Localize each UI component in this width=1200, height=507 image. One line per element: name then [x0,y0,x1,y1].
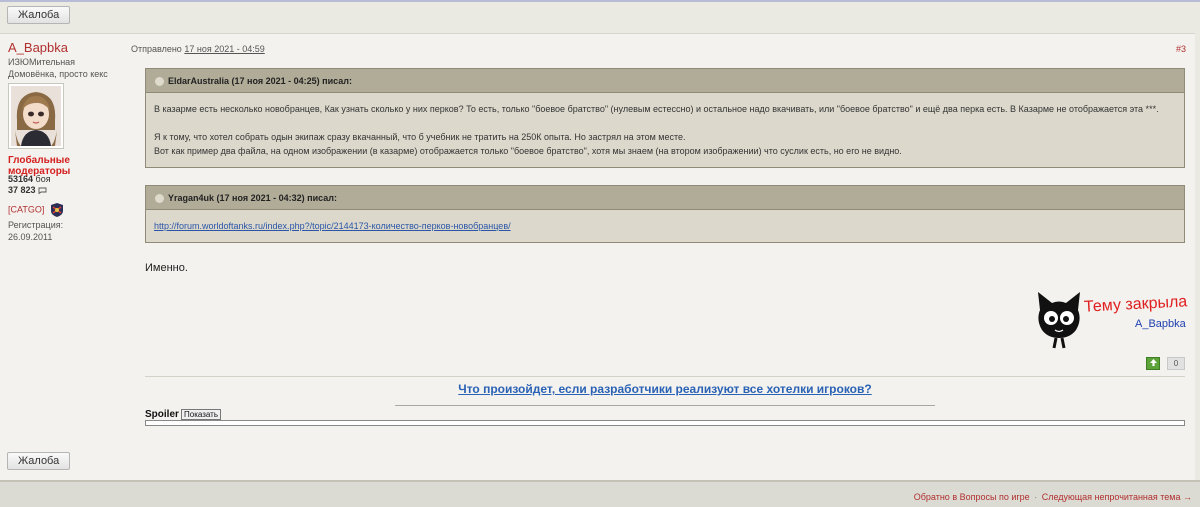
posted-label: Отправлено [131,44,182,54]
battles-label: боя [35,174,51,184]
signature-image: Тему закрыла A_Bapbka [1034,290,1188,352]
quote-paragraph: Я к тому, что хотел собрать одын экипаж … [154,132,686,142]
post-date-line: Отправлено 17 ноя 2021 - 04:59 [131,44,265,54]
quote-header: EldarAustralia (17 ноя 2021 - 04:25) пис… [146,69,1184,93]
signature-name: A_Bapbka [1135,318,1186,330]
author-title: ИЗЮМительная Домовёнка, просто кекс [8,57,108,79]
forum-post: A_Bapbka ИЗЮМительная Домовёнка, просто … [0,33,1195,480]
quote-block: Yragan4uk (17 ноя 2021 - 04:32) писал: h… [145,185,1185,243]
avatar[interactable] [8,83,64,149]
signature-rule [395,405,935,406]
quote-body: http://forum.worldoftanks.ru/index.php?/… [146,210,1184,242]
signature-topic-link[interactable]: Что произойдет, если разработчики реализ… [145,382,1185,396]
quote-icon [155,77,164,87]
report-button-top[interactable]: Жалоба [7,6,71,24]
arrow-up-icon [1149,359,1157,366]
footer-separator: · [1034,492,1038,502]
spoiler-box [145,420,1185,426]
quote-paragraph: Вот как пример два файла, на одном изобр… [154,146,902,156]
clan-tag-link[interactable]: [CATGO] [8,204,44,214]
signature-divider [145,376,1185,377]
footer-links: Обратно в Вопросы по игре · Следующая не… [914,492,1192,502]
report-button-bottom[interactable]: Жалоба [7,452,71,470]
posts-count: 37 823 [8,185,36,195]
next-unread-topic-link[interactable]: Следующая непрочитанная тема → [1042,492,1192,502]
spoiler-label: Spoiler [145,409,179,420]
quoted-topic-link[interactable]: http://forum.worldoftanks.ru/index.php?/… [154,221,511,231]
quote-body: В казарме есть несколько новобранцев, Ка… [146,93,1184,167]
post-text: Именно. [145,262,188,274]
battles-count: 53164 [8,174,34,184]
quote-paragraph: В казарме есть несколько новобранцев, Ка… [154,104,1159,114]
quote-icon [155,194,164,204]
footer-bar: Обратно в Вопросы по игре · Следующая не… [0,480,1200,507]
signature-title: Тему закрыла [1083,293,1188,316]
registration-date: 26.09.2011 [8,232,53,242]
author-name-link[interactable]: A_Bapbka [8,40,68,55]
quote-author: EldarAustralia (17 ноя 2021 - 04:25) пис… [168,76,352,86]
clan-emblem-icon[interactable] [49,202,65,218]
quote-author: Yragan4uk (17 ноя 2021 - 04:32) писал: [168,193,337,203]
clan-row: [CATGO] [8,202,65,218]
vote-up-button[interactable] [1146,357,1160,370]
quote-block: EldarAustralia (17 ноя 2021 - 04:25) пис… [145,68,1185,168]
posts-stat: 37 823 [8,185,47,195]
registration-label: Регистрация: [8,220,64,230]
avatar-image [11,86,61,146]
back-to-forum-link[interactable]: Обратно в Вопросы по игре [914,492,1030,502]
post-number-link[interactable]: #3 [1176,44,1186,54]
post-date-link[interactable]: 17 ноя 2021 - 04:59 [184,44,264,54]
speech-bubble-icon [38,187,47,195]
quote-header: Yragan4uk (17 ноя 2021 - 04:32) писал: [146,186,1184,210]
battles-stat: 53164 боя [8,174,51,184]
vote-count: 0 [1167,357,1185,370]
top-border [0,0,1200,2]
black-cat-icon [1038,292,1080,349]
spoiler-show-button[interactable]: Показать [181,409,222,420]
